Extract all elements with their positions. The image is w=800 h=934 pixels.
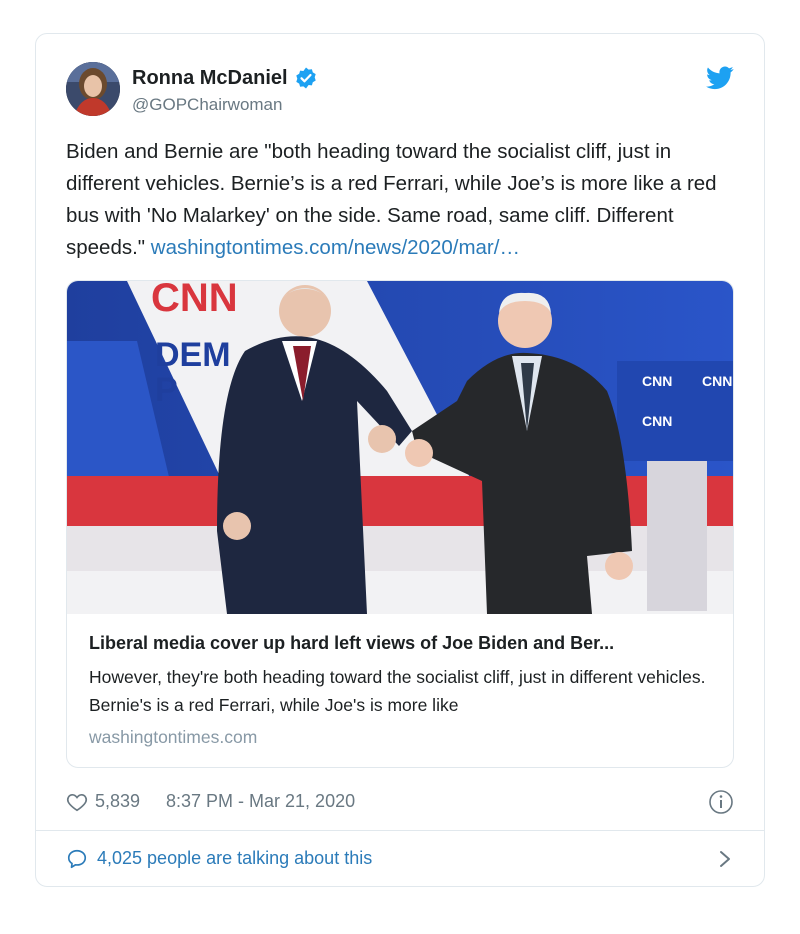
info-icon[interactable] [708,789,734,815]
comment-icon [66,848,88,870]
cnn-backdrop-logo: CNN [151,281,238,320]
author-name-text[interactable]: Ronna McDaniel [132,67,288,90]
tweet-link[interactable]: washingtontimes.com/news/2020/mar/… [151,236,520,259]
conversation-link[interactable]: 4,025 people are talking about this [66,846,734,872]
author-name[interactable]: Ronna McDaniel [132,66,318,90]
tweet-timestamp[interactable]: 8:37 PM - Mar 21, 2020 [166,791,355,812]
divider [36,830,764,831]
verified-badge-icon [294,66,318,90]
conversation-text[interactable]: 4,025 people are talking about this [97,848,372,869]
heart-icon[interactable] [66,791,88,813]
chevron-right-icon[interactable] [718,849,732,869]
tweet-card[interactable]: Ronna McDaniel @GOPChairwoman Biden and … [35,33,765,887]
svg-text:CNN: CNN [642,373,672,389]
card-domain: washingtontimes.com [89,727,258,747]
card-title[interactable]: Liberal media cover up hard left views o… [89,633,719,654]
tweet-text: Biden and Bernie are "both heading towar… [66,136,746,264]
tweet-header: Ronna McDaniel @GOPChairwoman [66,62,734,118]
avatar[interactable] [66,62,120,116]
link-preview-card[interactable]: CNN DEM P E CNN CNN CNN [66,280,734,768]
twitter-bird-icon[interactable] [706,66,734,90]
svg-text:CNN: CNN [642,413,672,429]
card-description: However, they're both heading toward the… [89,667,706,715]
card-image[interactable]: CNN DEM P E CNN CNN CNN [67,281,733,614]
like-count[interactable]: 5,839 [95,791,140,812]
svg-text:DEM: DEM [155,336,231,374]
svg-text:P: P [155,371,178,409]
author-handle[interactable]: @GOPChairwoman [132,95,282,115]
tweet-meta: 5,839 8:37 PM - Mar 21, 2020 [66,789,734,815]
svg-text:CNN: CNN [702,373,732,389]
